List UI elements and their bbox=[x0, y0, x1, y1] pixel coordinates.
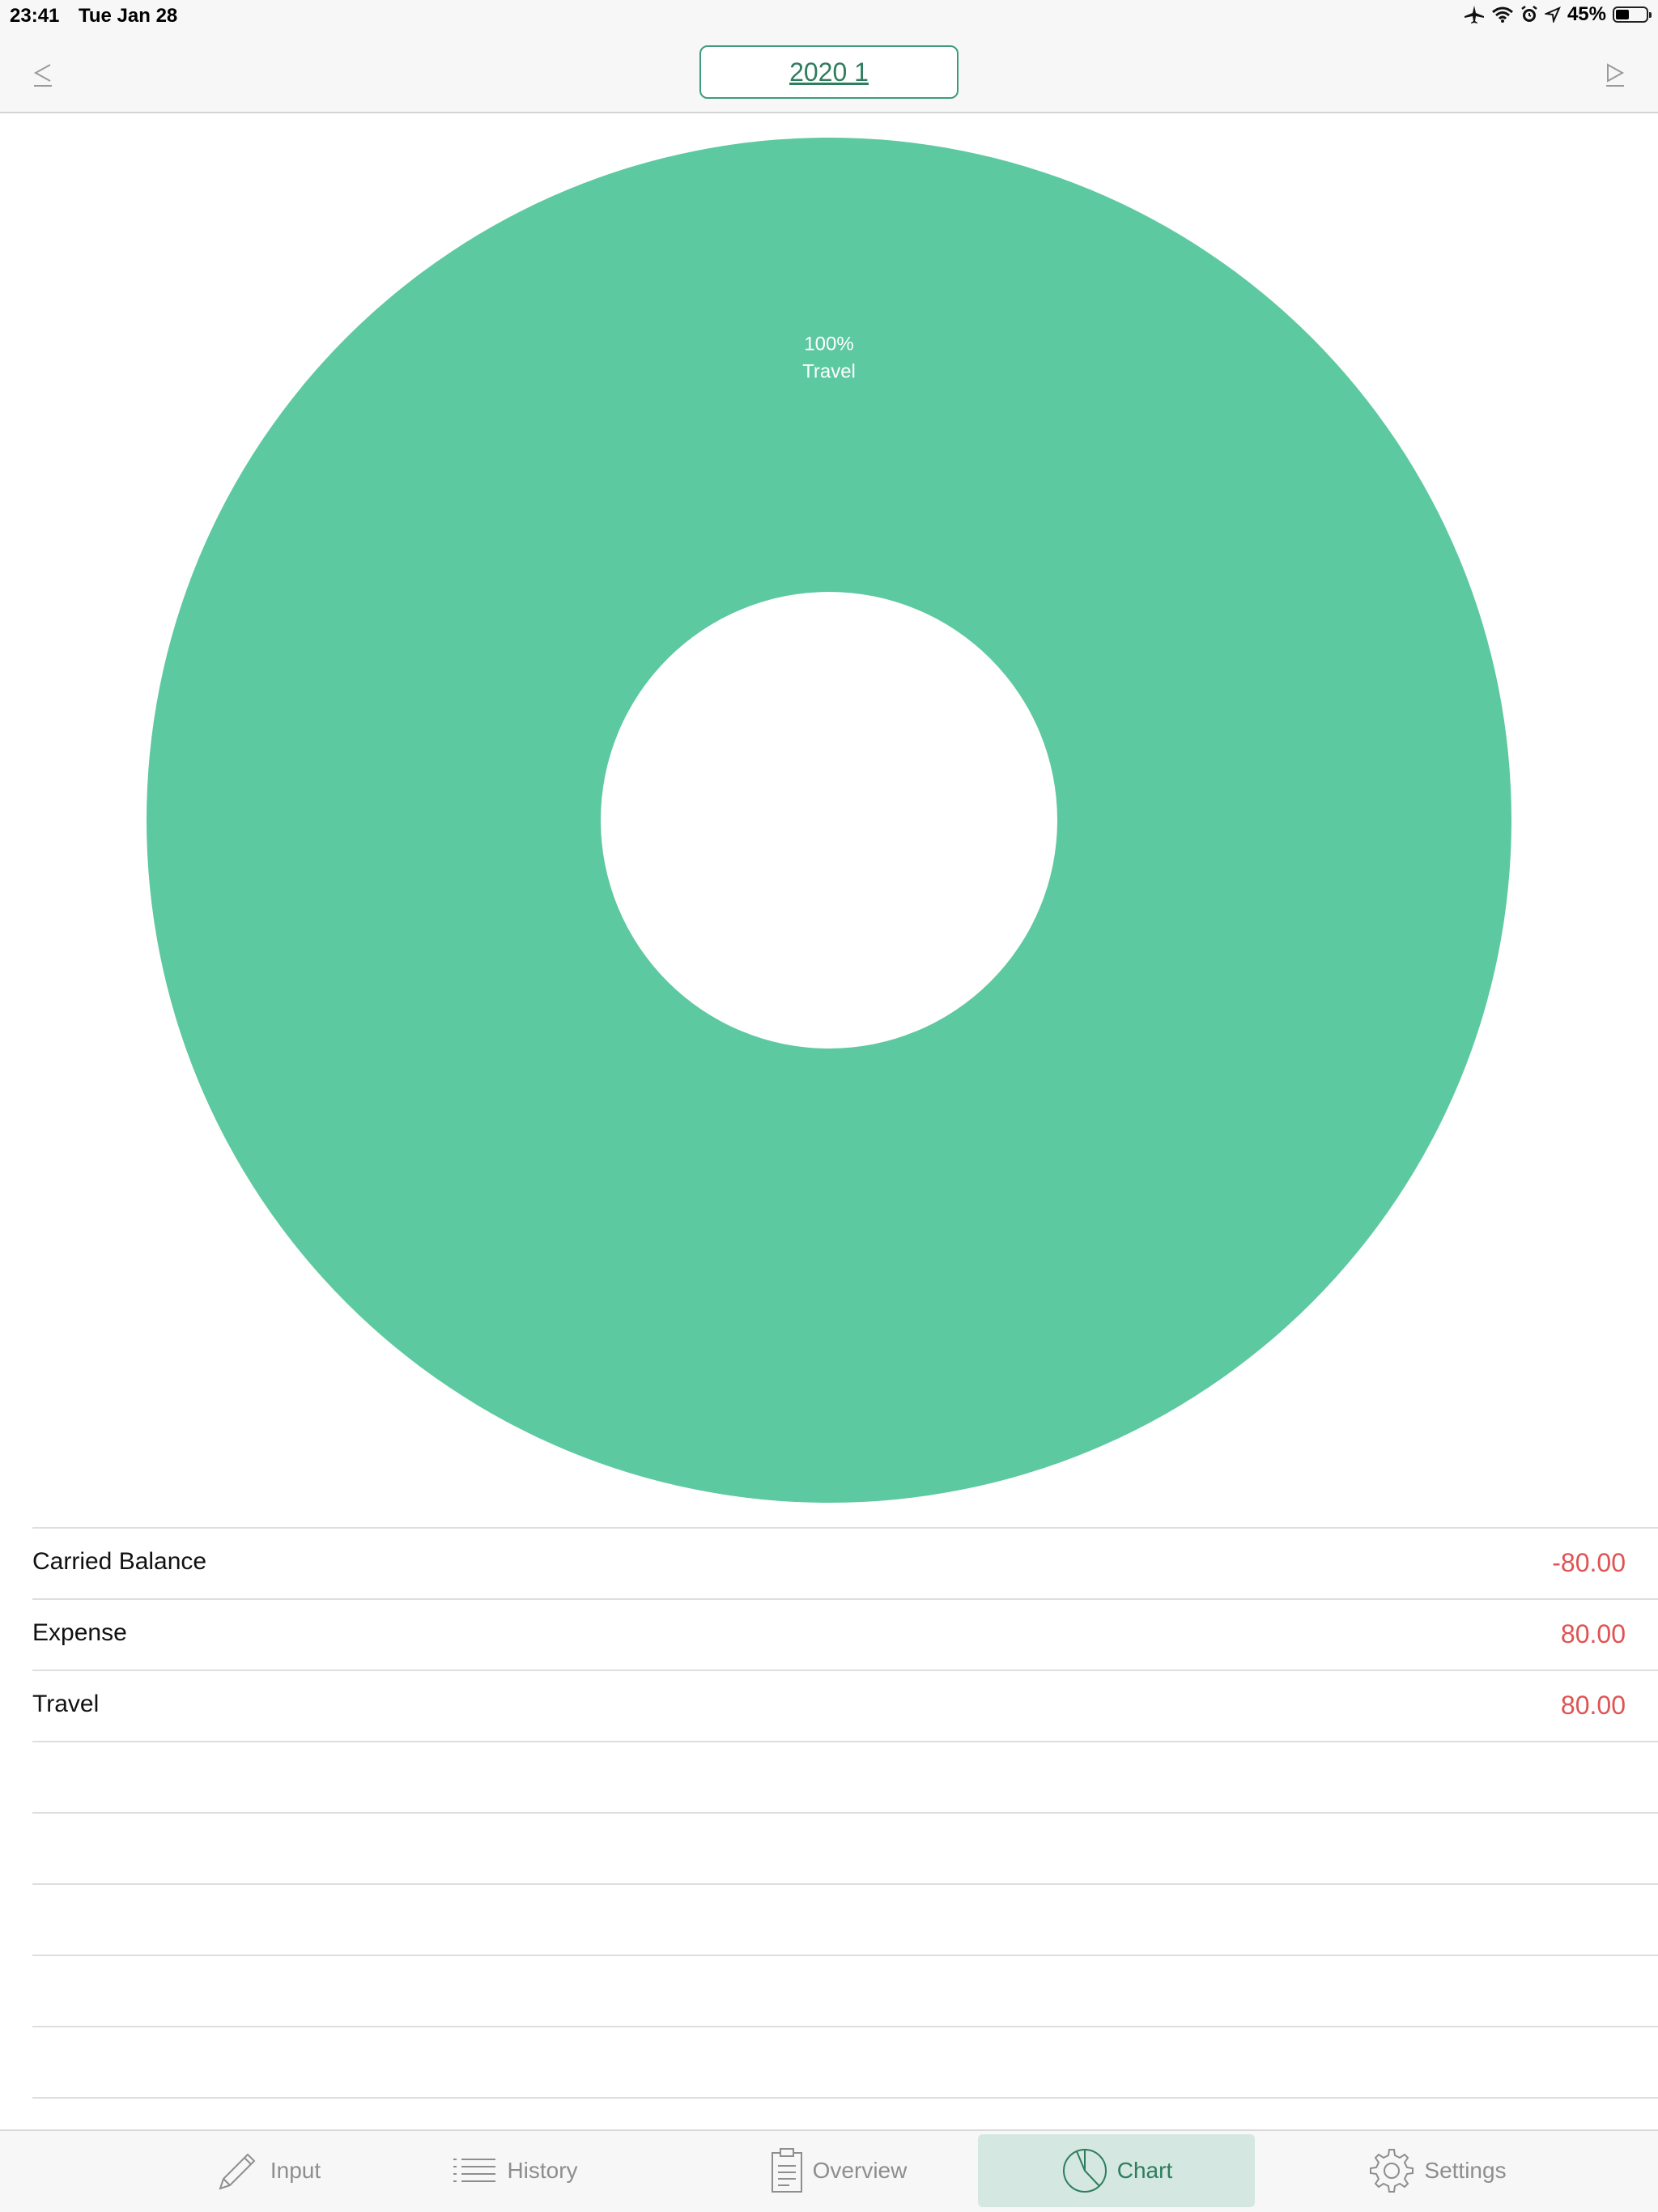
battery-nub bbox=[1649, 12, 1652, 18]
tab-label: Input bbox=[270, 2158, 321, 2183]
battery-fill bbox=[1616, 10, 1629, 19]
tab-chart[interactable]: Chart bbox=[978, 2134, 1255, 2207]
navigation-bar: 2020 1 bbox=[0, 32, 1658, 113]
summary-row-expense[interactable]: Expense 80.00 bbox=[32, 1598, 1658, 1670]
tab-bar: Input History Overview Chart Settings bbox=[0, 2129, 1658, 2212]
pie-chart-icon bbox=[1061, 2146, 1109, 2195]
list-icon bbox=[450, 2155, 499, 2187]
tab-label: Settings bbox=[1424, 2158, 1507, 2183]
summary-row-carried-balance[interactable]: Carried Balance -80.00 bbox=[32, 1527, 1658, 1598]
slice-category-label: Travel bbox=[802, 361, 856, 383]
battery-percent: 45% bbox=[1567, 3, 1606, 25]
tab-label: History bbox=[507, 2158, 578, 2183]
triangle-right-icon bbox=[1598, 63, 1630, 94]
row-label: Carried Balance bbox=[32, 1548, 207, 1575]
row-value: 80.00 bbox=[1560, 1619, 1626, 1648]
empty-row bbox=[32, 1883, 1658, 1955]
tab-settings[interactable]: Settings bbox=[1336, 2134, 1538, 2207]
alarm-icon bbox=[1520, 5, 1538, 24]
row-label: Expense bbox=[32, 1619, 127, 1646]
donut-chart-svg: 100% Travel bbox=[147, 138, 1511, 1503]
pencil-icon bbox=[214, 2146, 262, 2195]
row-value: 80.00 bbox=[1560, 1691, 1626, 1720]
summary-row-travel[interactable]: Travel 80.00 bbox=[32, 1670, 1658, 1741]
status-date: Tue Jan 28 bbox=[79, 5, 178, 27]
tab-input[interactable]: Input bbox=[146, 2134, 389, 2207]
next-period-button[interactable] bbox=[1598, 58, 1630, 91]
wifi-icon bbox=[1491, 6, 1514, 23]
period-selector-button[interactable]: 2020 1 bbox=[699, 45, 959, 99]
tab-label: Chart bbox=[1116, 2158, 1173, 2183]
gear-icon bbox=[1367, 2146, 1416, 2195]
summary-list: Carried Balance -80.00 Expense 80.00 Tra… bbox=[32, 1527, 1658, 2168]
status-time: 23:41 bbox=[10, 5, 60, 27]
empty-row bbox=[32, 1812, 1658, 1883]
empty-row bbox=[32, 2026, 1658, 2097]
tab-overview[interactable]: Overview bbox=[737, 2134, 939, 2207]
triangle-left-icon bbox=[28, 64, 60, 94]
tab-label: Overview bbox=[812, 2158, 908, 2183]
row-label: Travel bbox=[32, 1691, 100, 1717]
status-bar: 23:41 Tue Jan 28 45% bbox=[0, 0, 1658, 32]
empty-row bbox=[32, 1955, 1658, 2026]
battery-icon bbox=[1613, 6, 1652, 23]
slice-percent-label: 100% bbox=[804, 334, 853, 355]
airplane-icon bbox=[1464, 5, 1485, 24]
clipboard-icon bbox=[769, 2146, 805, 2195]
status-icons: 45% bbox=[1464, 3, 1652, 26]
tab-history[interactable]: History bbox=[421, 2134, 607, 2207]
category-donut-chart: 100% Travel bbox=[0, 113, 1658, 1514]
empty-row bbox=[32, 1741, 1658, 1812]
previous-period-button[interactable] bbox=[28, 58, 60, 91]
location-icon bbox=[1544, 6, 1561, 23]
row-value: -80.00 bbox=[1552, 1548, 1626, 1577]
app-screen: 23:41 Tue Jan 28 45% 2020 1 100% Travel … bbox=[0, 0, 1658, 2212]
